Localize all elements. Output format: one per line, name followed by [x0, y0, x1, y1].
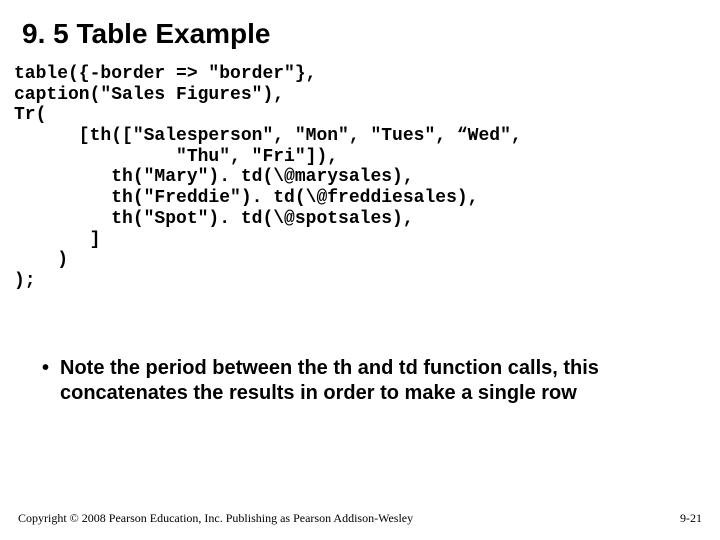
slide: 9. 5 Table Example table({-border => "bo…	[0, 0, 720, 540]
slide-title: 9. 5 Table Example	[22, 18, 702, 50]
note-section: Note the period between the th and td fu…	[18, 356, 702, 406]
code-block: table({-border => "border"}, caption("Sa…	[14, 64, 702, 292]
footer: Copyright © 2008 Pearson Education, Inc.…	[18, 511, 702, 526]
note-bullet: Note the period between the th and td fu…	[42, 356, 702, 406]
page-number: 9-21	[680, 511, 702, 526]
copyright-text: Copyright © 2008 Pearson Education, Inc.…	[18, 511, 413, 526]
